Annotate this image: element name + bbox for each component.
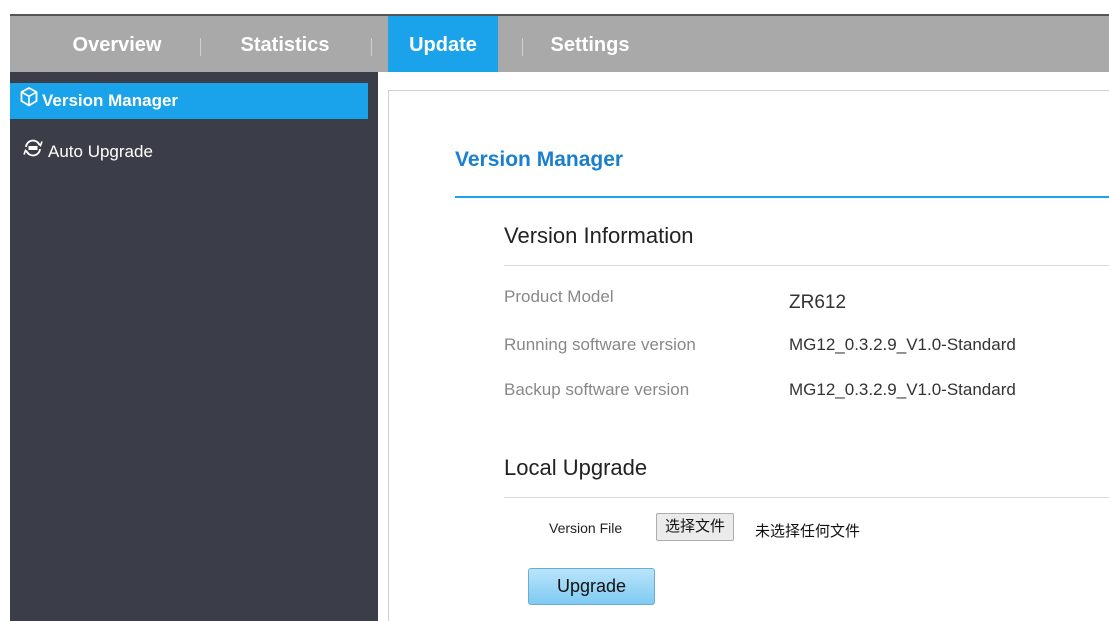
sidebar-item-version-manager[interactable]: Version Manager [10,83,368,119]
tab-separator [522,38,523,56]
product-model-label: Product Model [504,287,614,306]
file-status-text: 未选择任何文件 [755,523,861,540]
section-title-local-upgrade: Local Upgrade [504,455,648,480]
sync-icon [22,133,44,173]
title-divider [455,196,1109,198]
backup-version-label: Backup software version [504,380,690,399]
section-divider [504,497,1109,498]
main-panel: Version Manager Version Information Prod… [388,90,1109,621]
top-navigation: Overview Statistics Update Settings [10,14,1109,72]
choose-file-button[interactable]: 选择文件 [656,513,735,541]
sidebar: Version Manager Auto Upgrade [10,72,378,621]
sidebar-item-label: Version Manager [42,91,179,110]
product-model-value: ZR612 [789,292,847,313]
running-version-label: Running software version [504,335,696,354]
section-divider [504,265,1109,266]
sidebar-item-label: Auto Upgrade [48,142,153,161]
tab-separator [200,38,201,56]
page-title: Version Manager [455,148,624,171]
section-title-version-information: Version Information [504,223,694,248]
upgrade-button[interactable]: Upgrade [528,568,655,605]
tab-statistics[interactable]: Statistics [230,16,340,72]
version-file-label: Version File [549,520,623,536]
tab-separator [371,38,372,56]
top-strip [0,0,1109,14]
running-version-value: MG12_0.3.2.9_V1.0-Standard [789,335,1016,354]
cube-icon [20,84,38,120]
left-margin [0,14,10,621]
backup-version-value: MG12_0.3.2.9_V1.0-Standard [789,380,1016,399]
sidebar-item-auto-upgrade[interactable]: Auto Upgrade [10,132,368,172]
tab-update[interactable]: Update [388,16,498,72]
tab-settings[interactable]: Settings [545,16,635,72]
tab-overview[interactable]: Overview [62,16,172,72]
